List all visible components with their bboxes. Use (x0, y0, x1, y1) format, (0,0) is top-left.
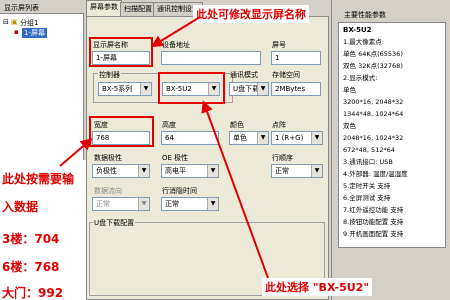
width-highlight (89, 116, 154, 147)
performance-header: 主要性能参数 (344, 11, 386, 19)
blank-time-label: 行消隐时间 (162, 187, 197, 195)
row-order-label: 行顺序 (272, 154, 293, 162)
chevron-down-icon[interactable]: ▼ (311, 132, 322, 144)
spec-line: 双色 (343, 122, 356, 130)
spec-line: 1344*48, 1024*64 (343, 110, 404, 118)
spec-line: 1.最大像素点: (343, 38, 384, 46)
color-select[interactable]: 单色 ▼ (229, 131, 269, 145)
comm-mode-label: 通讯模式 (230, 71, 258, 79)
data-polarity-select[interactable]: 负极性 ▼ (92, 164, 150, 178)
height-input[interactable]: 64 (161, 131, 219, 145)
spec-line: 3.通讯接口: USB (343, 158, 393, 166)
storage-input[interactable]: 2MBytes (271, 82, 321, 96)
storage-label: 存储空间 (272, 71, 300, 79)
chevron-down-icon[interactable]: ▼ (138, 198, 149, 210)
chevron-down-icon[interactable]: ▼ (138, 165, 149, 177)
oe-polarity-select[interactable]: 高电平 ▼ (161, 164, 219, 178)
chevron-down-icon[interactable]: ▼ (257, 132, 268, 144)
controller-series-select[interactable]: BX-5系列 ▼ (98, 82, 152, 96)
tab-screen-params[interactable]: 屏幕参数 (86, 0, 122, 16)
chevron-down-icon[interactable]: ▼ (140, 83, 151, 95)
hall-note: 大门：992 (2, 286, 64, 300)
blank-time-select[interactable]: 正常 ▼ (161, 197, 219, 211)
udisk-config-label: U盘下载配置 (93, 218, 136, 228)
spec-line: 9.开机画面配置 支持 (343, 230, 404, 238)
floor-3-note: 3楼：704 (2, 232, 60, 246)
spec-line: 单色 (343, 86, 356, 94)
screen-no-label: 屏号 (272, 41, 286, 49)
device-address-input[interactable] (161, 51, 261, 65)
data-direction-label: 数据流向 (94, 187, 122, 195)
oe-polarity-label: OE 极性 (162, 154, 189, 162)
spec-line: 672*48, 512*64 (343, 146, 395, 154)
spec-line: 6.全屏测试 支持 (343, 194, 391, 202)
folder-icon: ▣ (11, 18, 18, 26)
data-polarity-label: 数据极性 (94, 154, 122, 162)
tab-scan-config[interactable]: 扫描配置 (120, 2, 156, 16)
comm-mode-select[interactable]: U盘下载 ▼ (229, 82, 269, 96)
spec-line: 2048*16, 1024*32 (343, 134, 404, 142)
screen-no-input[interactable]: 1 (271, 51, 321, 65)
spec-line: 单色 64K点(65536) (343, 50, 403, 58)
controller-label: 控制器 (98, 70, 121, 80)
tree-screen-item[interactable]: 1-屏幕 (22, 28, 47, 38)
spec-line: 5.定时开关 支持 (343, 182, 391, 190)
pixel-label: 点阵 (272, 121, 286, 129)
bottom-callout: 此处选择 "BX-5U2" (262, 278, 373, 296)
left-callout-line-2: 入数据 (2, 200, 39, 214)
row-order-select[interactable]: 正常 ▼ (271, 164, 323, 178)
floor-6-note: 6楼：768 (2, 260, 60, 274)
pixel-select[interactable]: 1 (R+G) ▼ (271, 131, 323, 145)
spec-line: 8.按钮功能配置 支持 (343, 218, 404, 226)
model-name: BX-5U2 (343, 26, 372, 34)
spec-line: 4.外部器: 温度/温湿度 (343, 170, 408, 178)
chevron-down-icon[interactable]: ▼ (311, 165, 322, 177)
left-callout-line-1: 此处按需要输 (2, 172, 75, 186)
spec-line: 2.显示模式: (343, 74, 378, 82)
top-callout: 此处可修改显示屏名称 (193, 5, 309, 23)
spec-line: 7.红外遥控功能 支持 (343, 206, 404, 214)
controller-model-highlight (158, 72, 225, 104)
color-label: 颜色 (230, 121, 244, 129)
chevron-down-icon[interactable]: ▼ (207, 165, 218, 177)
height-label: 高度 (162, 121, 176, 129)
chevron-down-icon[interactable]: ▼ (257, 83, 268, 95)
spec-line: 双色 32K点(32768) (343, 62, 403, 70)
tree-expand-icon[interactable]: ⊟ (3, 18, 9, 26)
chevron-down-icon[interactable]: ▼ (207, 198, 218, 210)
device-address-label: 设备地址 (162, 41, 190, 49)
screen-icon: ▪ (14, 28, 19, 36)
tree-group-label[interactable]: 分组1 (20, 18, 38, 28)
performance-box: BX-5U2 1.最大像素点: 单色 64K点(65536) 双色 32K点(327… (338, 22, 446, 248)
data-direction-select[interactable]: 正常 ▼ (92, 197, 150, 211)
screen-list-title: 显示屏列表 (4, 4, 39, 12)
screen-name-highlight (89, 37, 153, 67)
spec-line: 3200*16, 2048*32 (343, 98, 404, 106)
